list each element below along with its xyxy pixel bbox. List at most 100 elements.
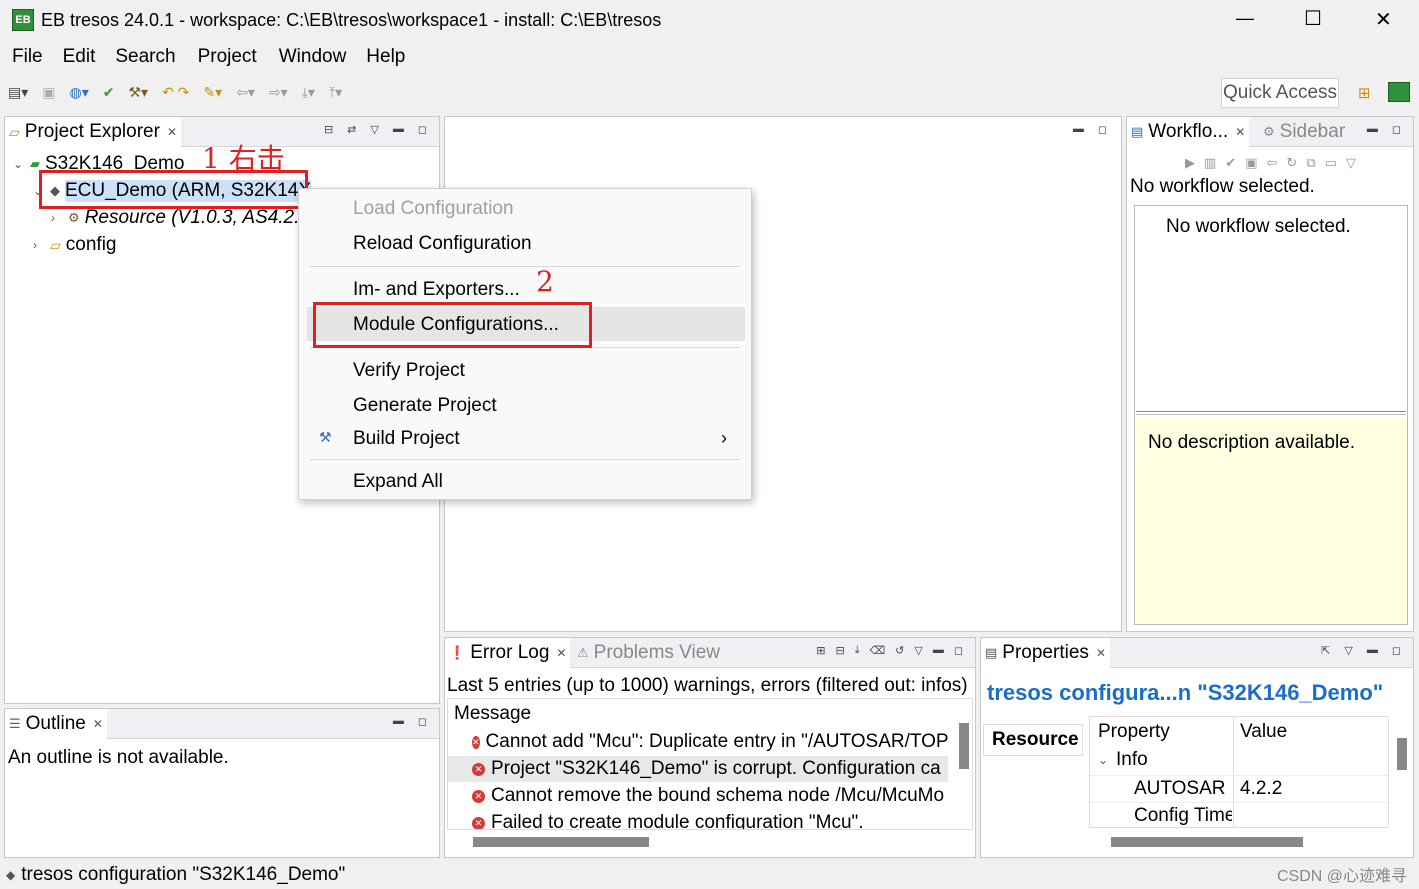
quick-access[interactable]: Quick Access — [1221, 78, 1339, 108]
save-icon[interactable]: ▣ — [42, 84, 55, 101]
export-icon[interactable]: ⤒▾ — [329, 84, 342, 101]
tab-error-log[interactable]: ❗ Error Log ✕ — [445, 638, 571, 668]
menu-item-build-project[interactable]: Build Project — [353, 428, 460, 450]
collapse-icon[interactable]: ⊟ — [836, 644, 845, 657]
vertical-scrollbar[interactable] — [1397, 738, 1407, 770]
error-log-icon: ❗ — [449, 645, 466, 660]
import-icon[interactable]: ⤓▾ — [302, 84, 315, 101]
maximize-view-icon[interactable]: ◻ — [954, 644, 963, 657]
tab-workflow[interactable]: ▤ Workflo... ✕ — [1127, 117, 1250, 147]
log-entry[interactable]: ✕ Failed to create module configuration … — [448, 810, 948, 829]
clear-log-icon[interactable]: ⌫ — [870, 644, 886, 657]
error-icon: ✕ — [472, 762, 485, 776]
tab-properties[interactable]: ▤ Properties ✕ — [981, 638, 1110, 668]
link-editor-icon[interactable]: ⇄ — [347, 123, 356, 136]
error-icon: ✕ — [472, 789, 485, 803]
expand-icon[interactable]: ⊞ — [816, 644, 825, 657]
close-tab-icon[interactable]: ✕ — [1235, 125, 1245, 139]
menu-edit[interactable]: Edit — [63, 46, 96, 68]
minimize-view-icon[interactable]: ▬ — [1073, 123, 1084, 136]
menu-item-verify-project[interactable]: Verify Project — [353, 360, 465, 382]
open-perspective-icon[interactable]: ⊞ — [1358, 84, 1371, 102]
log-entry[interactable]: ✕ Project "S32K146_Demo" is corrupt. Con… — [448, 756, 948, 782]
maximize-view-icon[interactable]: ◻ — [1098, 123, 1107, 136]
export-log-icon[interactable]: ⤓ — [855, 644, 860, 657]
book-icon[interactable]: ▥ — [1204, 155, 1216, 171]
column-header-property[interactable]: Property — [1098, 721, 1170, 743]
close-tab-icon[interactable]: ✕ — [93, 717, 103, 731]
play-icon[interactable]: ▶ — [1185, 155, 1195, 171]
forward-icon[interactable]: ⇨▾ — [269, 84, 288, 101]
minimize-view-icon[interactable]: ▬ — [393, 715, 404, 728]
maximize-view-icon[interactable]: ◻ — [1392, 644, 1401, 657]
property-group-info[interactable]: ⌄ Info — [1098, 749, 1148, 771]
build-icon[interactable]: ⚒▾ — [128, 84, 148, 101]
new-icon[interactable]: ▤▾ — [8, 84, 28, 101]
property-row[interactable]: AUTOSAR R 4.2.2 — [1090, 775, 1388, 801]
horizontal-scrollbar[interactable] — [473, 837, 649, 847]
tab-sidebar[interactable]: ⚙ Sidebar — [1259, 117, 1349, 147]
column-header-value[interactable]: Value — [1240, 721, 1287, 743]
maximize-button[interactable]: ☐ — [1304, 6, 1322, 31]
property-row[interactable]: Config Time — [1090, 802, 1388, 827]
tab-project-explorer[interactable]: ▱ Project Explorer ✕ — [5, 117, 182, 147]
cube-icon[interactable]: ▣ — [1245, 155, 1257, 171]
pin-icon[interactable]: ⇱ — [1321, 644, 1330, 657]
vertical-scrollbar[interactable] — [959, 723, 969, 769]
menu-file[interactable]: File — [12, 46, 43, 68]
menu-item-load-configuration[interactable]: Load Configuration — [353, 198, 514, 220]
error-icon: ✕ — [472, 735, 480, 749]
close-button[interactable]: ✕ — [1375, 7, 1392, 32]
view-menu-icon[interactable]: ▽ — [1344, 644, 1352, 657]
sidebar-icon: ⚙ — [1263, 124, 1275, 139]
log-entry[interactable]: ✕ Cannot add "Mcu": Duplicate entry in "… — [448, 729, 949, 755]
minimize-view-icon[interactable]: ▬ — [1367, 123, 1378, 136]
problems-icon: ⚠ — [577, 645, 589, 660]
resource-icon: ⚙ — [68, 210, 80, 225]
menu-item-expand-all[interactable]: Expand All — [353, 471, 443, 493]
maximize-view-icon[interactable]: ◻ — [418, 715, 427, 728]
properties-side-tab[interactable]: Resource — [983, 724, 1083, 756]
log-entry[interactable]: ✕ Cannot remove the bound schema node /M… — [448, 783, 948, 809]
check-icon[interactable]: ✔ — [1225, 155, 1236, 171]
minimize-button[interactable]: — — [1236, 8, 1254, 29]
maximize-view-icon[interactable]: ◻ — [418, 123, 427, 136]
refresh-icon[interactable]: ↻ — [1286, 155, 1297, 171]
view-menu-icon[interactable]: ▽ — [370, 123, 378, 136]
view-menu-icon[interactable]: ▽ — [914, 644, 922, 657]
menu-item-generate-project[interactable]: Generate Project — [353, 395, 497, 417]
menu-project[interactable]: Project — [198, 46, 257, 68]
perspective-eb-icon[interactable] — [1388, 82, 1410, 102]
properties-icon: ▤ — [985, 645, 998, 660]
paste-icon[interactable]: ▭ — [1325, 155, 1337, 171]
menu-search[interactable]: Search — [115, 46, 175, 68]
menu-item-im-exporters[interactable]: Im- and Exporters... — [353, 279, 520, 301]
back-icon[interactable]: ⇦▾ — [236, 84, 255, 101]
wand-icon[interactable]: ✎▾ — [203, 84, 222, 101]
collapse-all-icon[interactable]: ⊟ — [324, 123, 333, 136]
menu-help[interactable]: Help — [366, 46, 405, 68]
undo-icon[interactable]: ↶ ↷ — [162, 84, 189, 101]
close-tab-icon[interactable]: ✕ — [167, 125, 177, 139]
menu-bar: File Edit Search Project Window Help — [0, 42, 1419, 72]
view-menu-icon[interactable]: ▽ — [1346, 155, 1356, 171]
tab-problems-view[interactable]: ⚠ Problems View — [573, 638, 724, 668]
restore-log-icon[interactable]: ↺ — [895, 644, 904, 657]
horizontal-scrollbar[interactable] — [1111, 837, 1303, 847]
back-icon[interactable]: ⇦ — [1267, 155, 1278, 171]
close-tab-icon[interactable]: ✕ — [1096, 646, 1106, 660]
tree-item-config[interactable]: › ▱ config — [33, 232, 116, 258]
maximize-view-icon[interactable]: ◻ — [1392, 123, 1401, 136]
copy-icon[interactable]: ⧉ — [1306, 155, 1315, 171]
column-header-message[interactable]: Message — [454, 703, 531, 725]
verify-icon[interactable]: ✔ — [103, 84, 115, 101]
minimize-view-icon[interactable]: ▬ — [1367, 644, 1378, 657]
globe-icon[interactable]: ◍▾ — [70, 84, 89, 101]
tab-outline[interactable]: ☰ Outline ✕ — [5, 709, 107, 739]
minimize-view-icon[interactable]: ▬ — [933, 644, 944, 657]
workflow-status: No workflow selected. — [1130, 176, 1315, 197]
close-tab-icon[interactable]: ✕ — [556, 646, 566, 660]
menu-window[interactable]: Window — [279, 46, 347, 68]
menu-item-reload-configuration[interactable]: Reload Configuration — [353, 233, 532, 255]
minimize-view-icon[interactable]: ▬ — [393, 123, 404, 136]
